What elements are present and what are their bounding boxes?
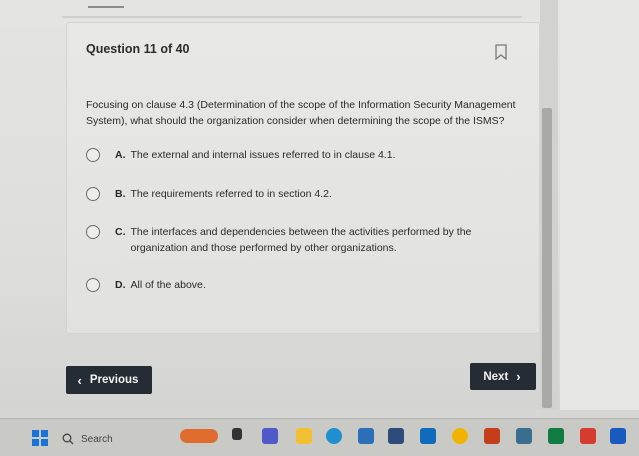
option-d[interactable]: D. All of the above. xyxy=(86,277,481,293)
chevron-right-icon: › xyxy=(516,369,521,384)
outlook-icon[interactable] xyxy=(420,428,436,444)
teams-icon[interactable] xyxy=(262,428,278,444)
chrome-icon[interactable] xyxy=(452,428,468,444)
powerpoint-icon[interactable] xyxy=(484,428,500,444)
store-icon[interactable] xyxy=(358,428,374,444)
excel-icon[interactable] xyxy=(548,428,564,444)
previous-button[interactable]: ‹ Previous xyxy=(66,366,152,394)
app-icon[interactable] xyxy=(388,428,404,444)
radio-button-d[interactable] xyxy=(86,278,100,292)
radio-button-a[interactable] xyxy=(86,148,100,162)
windows-start-icon[interactable] xyxy=(32,430,48,446)
progress-track xyxy=(62,16,522,18)
word-icon[interactable] xyxy=(610,428,626,444)
taskbar-search[interactable]: Search xyxy=(62,429,172,449)
option-text: The external and internal issues referre… xyxy=(130,149,396,161)
option-letter: C. xyxy=(115,226,126,238)
scrollbar-thumb[interactable] xyxy=(542,108,552,408)
search-placeholder: Search xyxy=(81,433,113,445)
header-divider xyxy=(88,6,124,8)
bookmark-icon[interactable] xyxy=(494,44,508,61)
right-panel xyxy=(560,0,639,410)
chevron-left-icon: ‹ xyxy=(77,372,82,388)
edge-icon[interactable] xyxy=(326,428,342,444)
option-letter: B. xyxy=(115,188,126,200)
option-letter: D. xyxy=(115,279,126,291)
widget-icon[interactable] xyxy=(180,429,218,443)
option-letter: A. xyxy=(115,149,126,161)
acrobat-icon[interactable] xyxy=(580,428,596,444)
option-text: All of the above. xyxy=(130,279,206,291)
radio-button-c[interactable] xyxy=(86,225,100,239)
option-b[interactable]: B. The requirements referred to in secti… xyxy=(86,186,481,202)
file-explorer-icon[interactable] xyxy=(296,428,312,444)
option-text: The interfaces and dependencies between … xyxy=(130,226,472,254)
next-button[interactable]: Next › xyxy=(470,363,536,390)
task-view-icon[interactable] xyxy=(232,428,242,440)
next-label: Next xyxy=(483,370,509,383)
question-header: Question 11 of 40 xyxy=(86,42,190,56)
option-text: The requirements referred to in section … xyxy=(130,188,332,200)
question-text: Focusing on clause 4.3 (Determination of… xyxy=(86,99,516,127)
option-c[interactable]: C. The interfaces and dependencies betwe… xyxy=(86,224,481,256)
search-icon xyxy=(62,433,74,445)
previous-label: Previous xyxy=(89,374,139,386)
app-icon[interactable] xyxy=(516,428,532,444)
option-a[interactable]: A. The external and internal issues refe… xyxy=(86,147,481,163)
radio-button-b[interactable] xyxy=(86,187,100,201)
